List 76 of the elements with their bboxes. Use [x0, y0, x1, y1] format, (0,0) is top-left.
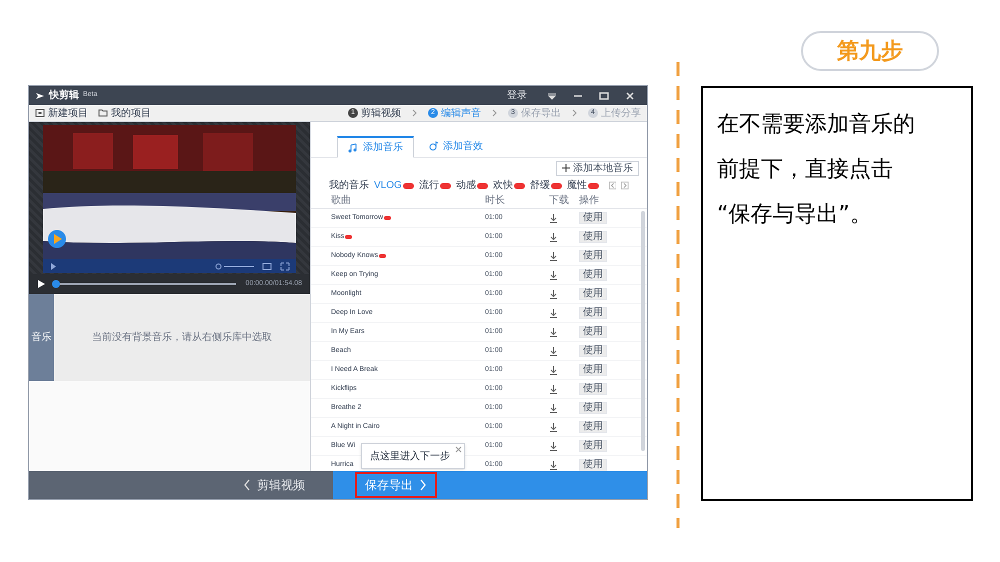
- sound-effect-icon: [428, 141, 439, 151]
- login-link[interactable]: 登录: [507, 88, 527, 103]
- chevron-right-icon: [491, 108, 498, 118]
- toolbar-button[interactable]: 我的项目: [98, 106, 151, 120]
- progress-thumb[interactable]: [52, 280, 60, 288]
- back-button[interactable]: 剪辑视频: [29, 471, 333, 499]
- download-icon[interactable]: [549, 252, 558, 260]
- new-project-icon: [35, 108, 45, 118]
- use-button[interactable]: 使用: [579, 288, 607, 300]
- use-button[interactable]: 使用: [579, 364, 607, 376]
- use-button[interactable]: 使用: [579, 269, 607, 281]
- volume-slider-icon[interactable]: [214, 262, 254, 270]
- download-icon[interactable]: [549, 366, 558, 374]
- toolbar-button[interactable]: 新建项目: [35, 106, 88, 120]
- previous-page-icon[interactable]: [608, 181, 616, 190]
- chevron-left-icon: [243, 479, 251, 491]
- save-export-button[interactable]: 保存导出: [355, 472, 437, 498]
- screen-icon[interactable]: [262, 262, 272, 270]
- download-icon[interactable]: [549, 270, 558, 280]
- use-button[interactable]: 使用: [579, 307, 607, 319]
- tooltip-text: 点这里进入下一步: [370, 450, 450, 464]
- track-label: 音乐: [29, 294, 54, 381]
- chevron-right-icon: [419, 479, 427, 491]
- step-label: 上传分享: [601, 106, 641, 120]
- category-tab[interactable]: 舒缓: [530, 178, 562, 193]
- download-icon[interactable]: [549, 214, 558, 222]
- folder-icon: [98, 108, 108, 118]
- step-label: 保存导出: [521, 106, 561, 120]
- step-label: 剪辑视频: [361, 106, 401, 120]
- category-tab[interactable]: 流行: [418, 178, 451, 193]
- step-label: 第九步: [801, 31, 939, 71]
- use-button[interactable]: 使用: [579, 326, 607, 338]
- download-icon[interactable]: [549, 422, 558, 432]
- category-tab[interactable]: 魔性: [566, 178, 599, 193]
- music-note-icon: [348, 142, 359, 152]
- use-button[interactable]: 使用: [579, 345, 607, 357]
- download-icon[interactable]: [549, 460, 558, 470]
- download-icon[interactable]: [549, 404, 558, 412]
- category-tab[interactable]: 我的音乐: [329, 178, 369, 193]
- download-icon[interactable]: [549, 442, 558, 450]
- use-button[interactable]: 使用: [579, 383, 607, 395]
- download-icon[interactable]: [549, 308, 558, 318]
- category-tab[interactable]: 欢快: [492, 178, 525, 193]
- next-page-icon[interactable]: [621, 181, 629, 190]
- download-icon[interactable]: [549, 290, 558, 298]
- use-button[interactable]: 使用: [579, 231, 607, 243]
- chevron-right-icon: [571, 108, 578, 118]
- step-label: 编辑声音: [441, 106, 481, 120]
- app-title: 快剪辑: [49, 88, 79, 103]
- download-icon[interactable]: [549, 328, 558, 336]
- dropdown-menu-icon[interactable]: [547, 90, 557, 100]
- download-icon[interactable]: [549, 232, 558, 242]
- column-header: 歌曲: [331, 196, 352, 206]
- tab[interactable]: 添加音乐: [337, 136, 414, 158]
- use-button[interactable]: 使用: [579, 421, 607, 433]
- plus-icon: [562, 164, 570, 172]
- category-tab[interactable]: VLOG: [374, 178, 414, 193]
- use-button[interactable]: 使用: [579, 440, 607, 452]
- column-header: 下载: [549, 196, 570, 206]
- tab[interactable]: 添加音效: [418, 135, 493, 157]
- download-icon[interactable]: [549, 346, 558, 356]
- use-button[interactable]: 使用: [579, 459, 607, 471]
- logo-icon: [35, 90, 45, 100]
- fullscreen-icon[interactable]: [280, 262, 290, 270]
- column-header: 操作: [579, 196, 600, 206]
- instruction-text: 在不需要添加音乐的前提下，直接点击 “保存与导出”。: [717, 111, 916, 229]
- category-tab[interactable]: 动感: [456, 178, 488, 193]
- use-button[interactable]: 使用: [579, 250, 607, 262]
- use-button[interactable]: 使用: [579, 212, 607, 224]
- empty-message: 当前没有背景音乐，请从右侧乐库中选取: [92, 330, 272, 345]
- column-header: 时长: [485, 196, 506, 206]
- maximize-icon[interactable]: [599, 90, 609, 100]
- use-button[interactable]: 使用: [579, 402, 607, 414]
- chevron-right-icon: [411, 108, 418, 118]
- download-icon[interactable]: [549, 384, 558, 394]
- add-local-music-button[interactable]: 添加本地音乐: [556, 160, 639, 176]
